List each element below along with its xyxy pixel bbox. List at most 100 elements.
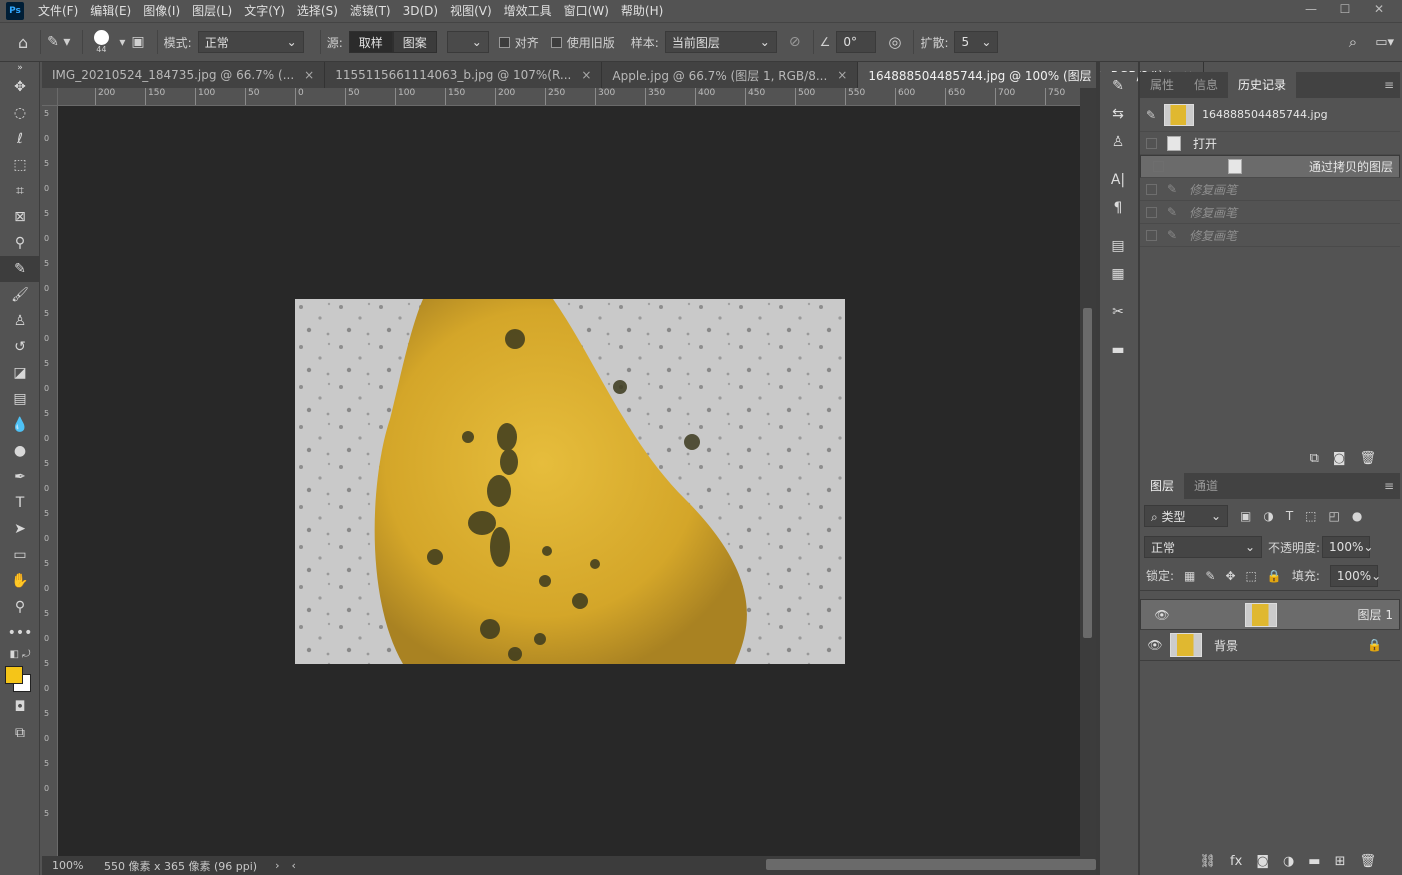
ruler-origin[interactable] xyxy=(42,88,58,106)
history-item[interactable]: ✎ 修复画笔 xyxy=(1140,224,1400,247)
move-tool-icon[interactable]: ✥ xyxy=(0,74,40,100)
workspace-icon[interactable]: ▭▾ xyxy=(1375,35,1394,50)
scroll-thumb[interactable] xyxy=(1083,308,1092,638)
chevron-down-icon[interactable]: ▾ xyxy=(119,35,125,49)
history-snapshot[interactable]: ✎ 164888504485744.jpg xyxy=(1140,98,1400,132)
clone-source-icon[interactable]: ♙ xyxy=(1100,128,1136,156)
history-source-box[interactable] xyxy=(1146,183,1157,195)
new-group-icon[interactable]: ▬ xyxy=(1308,854,1320,869)
tab-doc-2[interactable]: 1155115661114063_b.jpg @ 107%(R... × xyxy=(325,62,603,88)
layer-name[interactable]: 图层 1 xyxy=(1358,606,1393,623)
checkbox[interactable] xyxy=(498,36,510,48)
horizontal-scrollbar[interactable] xyxy=(296,856,1096,875)
tab-properties[interactable]: 属性 xyxy=(1140,72,1184,98)
zoom-level[interactable]: 100% xyxy=(52,859,100,872)
ruler-vertical[interactable]: 5 0 5 0 5 0 5 0 5 0 5 0 5 0 5 0 5 0 5 0 5 0 5 0 5 0 5 0 5 xyxy=(42,106,58,856)
new-document-icon[interactable]: ⧉ xyxy=(1310,451,1319,466)
opacity-input[interactable]: 100% ⌄ xyxy=(1322,536,1373,558)
lock-paint-icon[interactable]: ✎ xyxy=(1205,569,1215,583)
blend-mode-select[interactable]: 正常 ⌄ xyxy=(1144,536,1262,558)
smart-object-filter-icon[interactable]: ◰ xyxy=(1329,509,1340,523)
history-item[interactable]: ✎ 修复画笔 xyxy=(1140,178,1400,201)
history-source-box[interactable] xyxy=(1146,206,1157,218)
mode-select[interactable]: 正常 ⌄ xyxy=(197,31,304,53)
type-tool-icon[interactable]: T xyxy=(0,490,40,516)
menu-view[interactable]: 视图(V) xyxy=(444,0,498,22)
healing-brush-preset-icon[interactable]: ✎ ▾ xyxy=(47,34,70,50)
lock-icon[interactable]: 🔒 xyxy=(1367,638,1382,652)
pattern-picker[interactable]: ⌄ xyxy=(446,31,489,53)
panel-menu-icon[interactable]: ≡ xyxy=(1384,473,1394,499)
frame-tool-icon[interactable]: ⊠ xyxy=(0,204,40,230)
menu-file[interactable]: 文件(F) xyxy=(32,0,84,22)
brush-size-picker[interactable]: 44 xyxy=(89,30,113,54)
filter-toggle-icon[interactable]: ● xyxy=(1352,509,1362,523)
close-icon[interactable]: × xyxy=(581,68,591,82)
adjustments-icon[interactable]: ⇆ xyxy=(1100,100,1136,128)
brush-tool-icon[interactable]: 🖌 xyxy=(0,282,40,308)
home-icon[interactable]: ⌂ xyxy=(18,33,28,52)
vertical-scrollbar[interactable] xyxy=(1080,88,1096,856)
angle-input[interactable]: 0° xyxy=(836,31,877,53)
notes-icon[interactable]: ▦ xyxy=(1100,260,1136,288)
rectangle-tool-icon[interactable]: ▭ xyxy=(0,542,40,568)
close-icon[interactable]: × xyxy=(304,68,314,82)
layer-name[interactable]: 背景 xyxy=(1214,637,1238,654)
quick-mask-icon[interactable]: ◘ xyxy=(0,694,40,720)
pen-tool-icon[interactable]: ✒ xyxy=(0,464,40,490)
layer-filter-select[interactable]: ⌕ 类型 ⌄ xyxy=(1144,505,1228,527)
lock-artboard-icon[interactable]: ⬚ xyxy=(1246,569,1257,583)
pixel-filter-icon[interactable]: ▣ xyxy=(1240,509,1251,523)
tab-doc-3[interactable]: Apple.jpg @ 66.7% (图层 1, RGB/8... × xyxy=(602,62,859,88)
path-select-tool-icon[interactable]: ➤ xyxy=(0,516,40,542)
paragraph-icon[interactable]: ¶ xyxy=(1100,194,1136,222)
panel-menu-icon[interactable]: ≡ xyxy=(1384,72,1394,98)
crop-tool-icon[interactable]: ⌗ xyxy=(0,178,40,204)
menu-help[interactable]: 帮助(H) xyxy=(615,0,669,22)
tab-channels[interactable]: 通道 xyxy=(1184,473,1228,499)
menu-3d[interactable]: 3D(D) xyxy=(397,0,444,22)
clone-source-icon[interactable]: ▣ xyxy=(131,34,144,50)
layer-row[interactable]: 👁 图层 1 xyxy=(1140,599,1400,630)
lock-position-icon[interactable]: ✥ xyxy=(1225,569,1235,583)
visibility-eye-icon[interactable]: 👁 xyxy=(1147,608,1177,622)
trash-icon[interactable]: 🗑 xyxy=(1359,451,1376,466)
maximize-button[interactable]: ☐ xyxy=(1328,0,1362,18)
more-tools-icon[interactable]: ••• xyxy=(0,620,40,646)
adjustment-filter-icon[interactable]: ◑ xyxy=(1263,509,1273,523)
menu-layer[interactable]: 图层(L) xyxy=(186,0,238,22)
history-item[interactable]: 通过拷贝的图层 xyxy=(1140,155,1400,178)
close-window-button[interactable]: ✕ xyxy=(1362,0,1396,18)
history-item[interactable]: ✎ 修复画笔 xyxy=(1140,201,1400,224)
fx-icon[interactable]: fx xyxy=(1230,854,1242,869)
menu-plugins[interactable]: 增效工具 xyxy=(498,0,558,22)
new-layer-icon[interactable]: ⊞ xyxy=(1335,854,1346,869)
lasso-tool-icon[interactable]: ℓ xyxy=(0,126,40,152)
lock-transparency-icon[interactable]: ▦ xyxy=(1184,569,1195,583)
history-item[interactable]: 打开 xyxy=(1140,132,1400,155)
snapshot-brush-icon[interactable]: ✎ xyxy=(1146,108,1156,122)
mango-photo[interactable] xyxy=(295,299,845,664)
eyedropper-tool-icon[interactable]: ⚲ xyxy=(0,230,40,256)
menu-type[interactable]: 文字(Y) xyxy=(238,0,291,22)
collapse-arrows-icon[interactable]: » xyxy=(0,62,40,74)
fill-input[interactable]: 100% ⌄ xyxy=(1329,564,1381,587)
ignore-adjustment-layers-icon[interactable]: ⊘ xyxy=(789,34,801,50)
search-icon[interactable]: ⌕ xyxy=(1349,33,1357,51)
menu-edit[interactable]: 编辑(E) xyxy=(84,0,137,22)
history-source-box[interactable] xyxy=(1153,161,1164,172)
ruler-horizontal[interactable]: 200 150 100 50 0 50 100 150 200 250 300 … xyxy=(58,88,1080,106)
close-icon[interactable]: × xyxy=(837,68,847,82)
source-pattern-button[interactable]: 图案 xyxy=(392,31,437,53)
pressure-size-icon[interactable]: ◎ xyxy=(888,33,901,51)
menu-window[interactable]: 窗口(W) xyxy=(558,0,615,22)
legacy-checkbox[interactable]: 使用旧版 xyxy=(550,34,615,51)
gradient-tool-icon[interactable]: ▤ xyxy=(0,386,40,412)
add-mask-icon[interactable]: ◙ xyxy=(1256,854,1269,869)
minimize-button[interactable]: — xyxy=(1294,0,1328,18)
screen-mode-icon[interactable]: ⧉ xyxy=(0,720,40,746)
plugins-icon[interactable]: ▬ xyxy=(1100,336,1136,364)
sample-select[interactable]: 当前图层 ⌄ xyxy=(664,31,777,53)
zoom-tool-icon[interactable]: ⚲ xyxy=(0,594,40,620)
character-icon[interactable]: A| xyxy=(1100,166,1136,194)
